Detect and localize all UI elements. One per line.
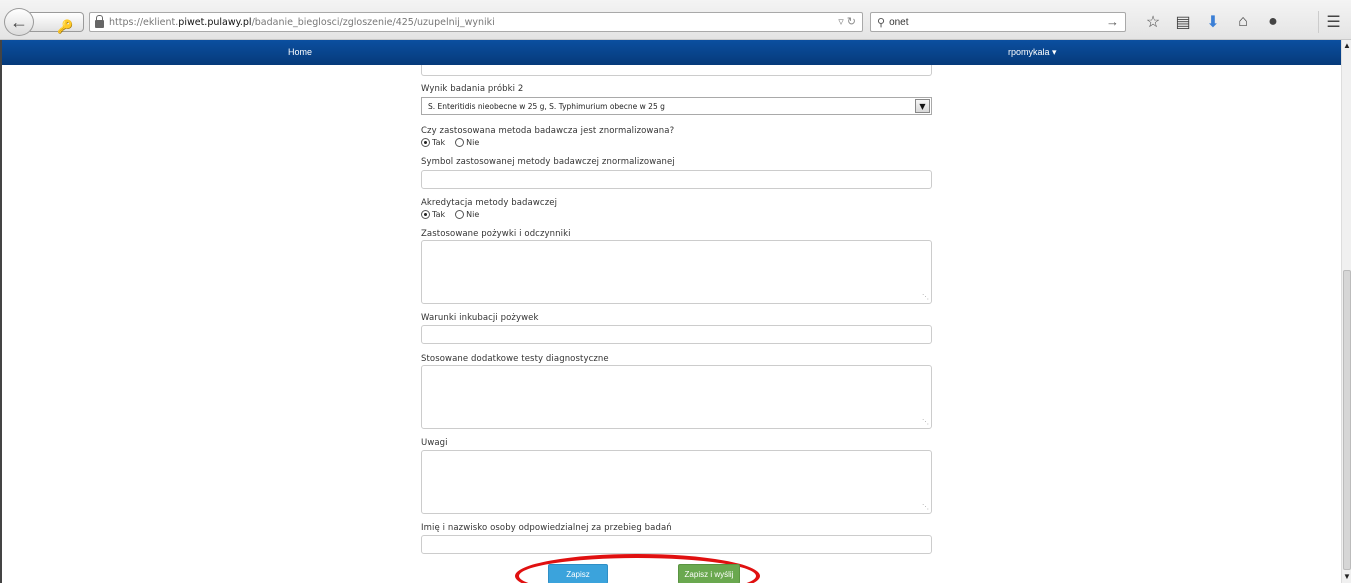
back-button[interactable]: ← xyxy=(4,8,34,36)
symbol-input[interactable] xyxy=(421,170,932,189)
save-and-send-button[interactable]: Zapisz i wyślij xyxy=(678,564,740,583)
search-icon: ⚲ xyxy=(877,16,886,29)
sample2-selected-value: S. Enteritidis nieobecne w 25 g, S. Typh… xyxy=(428,101,665,111)
chevron-down-icon[interactable]: ▼ xyxy=(915,99,930,113)
chat-icon[interactable]: ● xyxy=(1258,11,1288,33)
responsible-label: Imię i nazwisko osoby odpowiedzialnej za… xyxy=(421,523,672,533)
search-bar[interactable]: ⚲ onet → xyxy=(870,12,1126,32)
browser-toolbar: ← 🔑 https://eklient.piwet.pulawy.pl/bada… xyxy=(0,0,1351,40)
nav-home-link[interactable]: Home xyxy=(288,47,312,57)
key-icon[interactable]: 🔑 xyxy=(57,19,73,35)
menu-icon[interactable]: ☰ xyxy=(1318,11,1348,33)
user-menu[interactable]: rpomykala ▾ xyxy=(1008,47,1057,58)
notes-textarea[interactable]: ⋱ xyxy=(421,450,932,514)
accreditation-no-label: Nie xyxy=(466,210,480,219)
save-button[interactable]: Zapisz xyxy=(548,564,608,583)
download-icon[interactable]: ⬇ xyxy=(1198,11,1228,33)
bookmark-star-icon[interactable]: ☆ xyxy=(1138,11,1168,33)
window-border xyxy=(0,40,2,583)
sample2-select[interactable]: S. Enteritidis nieobecne w 25 g, S. Typh… xyxy=(421,97,932,115)
normalized-yes-label: Tak xyxy=(432,138,446,147)
resize-grip-icon[interactable]: ⋱ xyxy=(922,503,929,511)
scrollbar[interactable]: ▲ ▼ xyxy=(1341,40,1351,583)
scroll-down-icon[interactable]: ▼ xyxy=(1342,571,1351,583)
accreditation-radio-group: Tak Nie xyxy=(421,210,489,219)
tests-label: Stosowane dodatkowe testy diagnostyczne xyxy=(421,354,609,364)
resize-grip-icon[interactable]: ⋱ xyxy=(922,418,929,426)
back-arrow-icon: ← xyxy=(10,11,28,32)
toolbar-icons: ☆ ▤ ⬇ ⌂ ● xyxy=(1138,11,1288,33)
scroll-up-icon[interactable]: ▲ xyxy=(1342,40,1351,52)
notes-label: Uwagi xyxy=(421,438,448,448)
search-go-icon[interactable]: → xyxy=(1106,14,1119,29)
normalized-radio-group: Tak Nie xyxy=(421,138,489,147)
normalized-label: Czy zastosowana metoda badawcza jest zno… xyxy=(421,126,675,136)
scroll-thumb[interactable] xyxy=(1343,270,1351,570)
incubation-input[interactable] xyxy=(421,325,932,344)
normalized-no-label: Nie xyxy=(466,138,480,147)
normalized-no-radio[interactable] xyxy=(455,138,465,147)
media-label: Zastosowane pożywki i odczynniki xyxy=(421,229,571,239)
incubation-label: Warunki inkubacji pożywek xyxy=(421,313,539,323)
tests-textarea[interactable]: ⋱ xyxy=(421,365,932,429)
home-icon[interactable]: ⌂ xyxy=(1228,11,1258,33)
reload-icon[interactable]: ▿ ↻ xyxy=(838,15,856,28)
previous-field[interactable] xyxy=(421,65,932,76)
media-textarea[interactable]: ⋱ xyxy=(421,240,932,304)
app-navbar: Home rpomykala ▾ xyxy=(0,40,1341,65)
normalized-yes-radio[interactable] xyxy=(421,138,430,147)
search-input[interactable]: onet xyxy=(889,17,908,28)
nav-buttons: ← 🔑 xyxy=(4,8,88,36)
accreditation-yes-radio[interactable] xyxy=(421,210,430,219)
symbol-label: Symbol zastosowanej metody badawczej zno… xyxy=(421,157,675,167)
resize-grip-icon[interactable]: ⋱ xyxy=(922,293,929,301)
responsible-input[interactable] xyxy=(421,535,932,554)
sample2-label: Wynik badania próbki 2 xyxy=(421,84,524,94)
bookmarks-list-icon[interactable]: ▤ xyxy=(1168,11,1198,33)
accreditation-yes-label: Tak xyxy=(432,210,446,219)
accreditation-label: Akredytacja metody badawczej xyxy=(421,198,558,208)
url-text: https://eklient.piwet.pulawy.pl/badanie_… xyxy=(109,16,495,28)
lock-icon xyxy=(95,15,104,28)
accreditation-no-radio[interactable] xyxy=(455,210,465,219)
url-bar[interactable]: https://eklient.piwet.pulawy.pl/badanie_… xyxy=(89,12,863,32)
